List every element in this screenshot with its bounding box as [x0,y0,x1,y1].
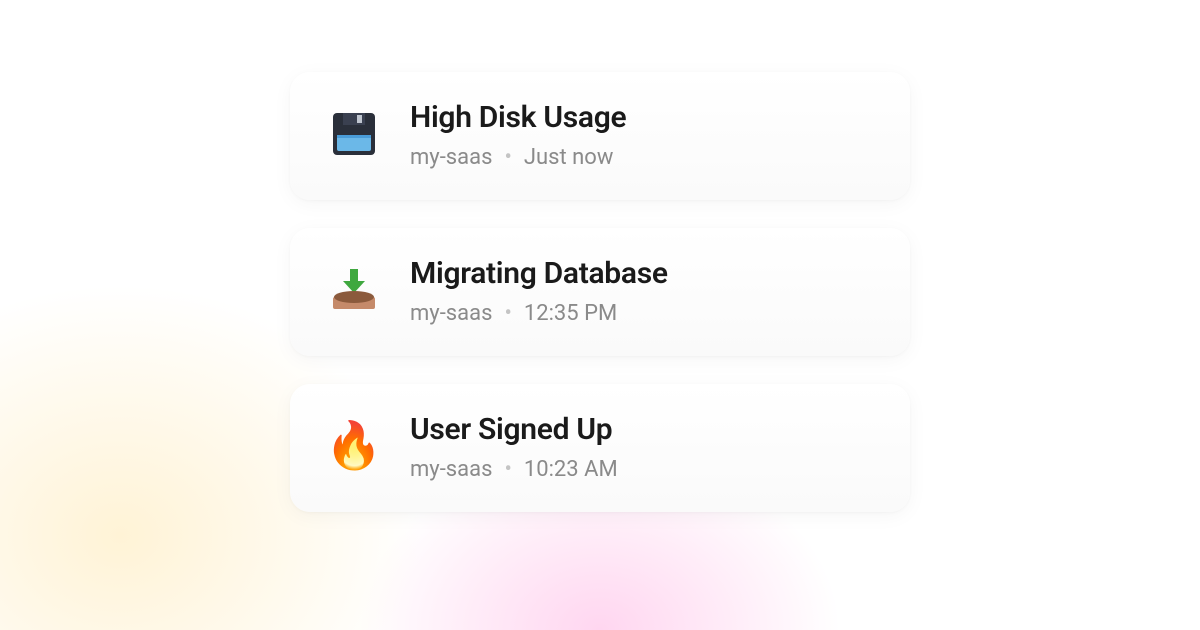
time-label: 12:35 PM [524,301,617,326]
card-meta: my-saas • Just now [410,145,874,170]
card-body: High Disk Usage my-saas • Just now [410,100,874,170]
meta-separator: • [504,457,511,482]
card-meta: my-saas • 12:35 PM [410,301,874,326]
card-body: User Signed Up my-saas • 10:23 AM [410,412,874,482]
notification-card[interactable]: High Disk Usage my-saas • Just now [290,72,910,200]
project-label: my-saas [410,301,492,326]
card-title: User Signed Up [410,412,874,447]
notification-card[interactable]: 🔥 User Signed Up my-saas • 10:23 AM [290,384,910,512]
fire-icon: 🔥 [326,418,382,474]
time-label: 10:23 AM [524,457,618,482]
time-label: Just now [524,145,614,170]
notification-card[interactable]: Migrating Database my-saas • 12:35 PM [290,228,910,356]
card-body: Migrating Database my-saas • 12:35 PM [410,256,874,326]
meta-separator: • [504,145,511,170]
meta-separator: • [504,301,511,326]
project-label: my-saas [410,145,492,170]
card-title: High Disk Usage [410,100,874,135]
card-meta: my-saas • 10:23 AM [410,457,874,482]
floppy-disk-icon [326,106,382,162]
card-title: Migrating Database [410,256,874,291]
project-label: my-saas [410,457,492,482]
download-tray-icon [326,262,382,318]
